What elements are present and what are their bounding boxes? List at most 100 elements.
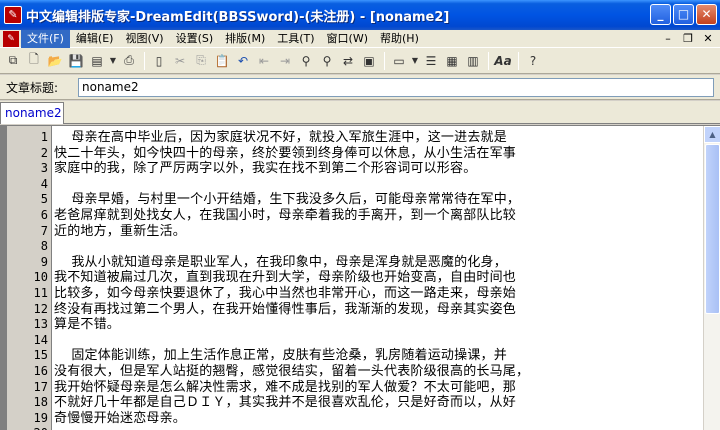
text-line[interactable]: 母亲早婚，与村里一个小开结婚，生下我没多久后，可能母亲常常待在军中， (54, 192, 700, 208)
app-icon[interactable]: ✎ (4, 6, 22, 24)
line-number: 6 (40, 207, 48, 222)
line-number: 4 (40, 176, 48, 191)
text-line[interactable]: 不就好几十年都是自己ＤＩＹ，其实我并不是很喜欢乱伦，只是好奇而以，从好 (54, 395, 700, 411)
line-number: 12 (33, 301, 48, 316)
line-number: 2 (40, 145, 48, 160)
line-number: 20 (0, 426, 50, 430)
document-icon[interactable]: ✎ (3, 30, 19, 47)
article-title-input[interactable] (78, 77, 714, 97)
window-controls: _ □ ✕ (650, 4, 717, 25)
text-line[interactable]: 算是不错。 (54, 317, 700, 333)
text-line[interactable] (54, 239, 700, 255)
doc-minimize-button[interactable]: – (660, 31, 676, 47)
menu-help[interactable]: 帮助(H) (374, 30, 425, 48)
document-tabs: noname2 (0, 101, 720, 124)
cut-icon[interactable]: ✂ (170, 51, 190, 71)
line-number: 10 (33, 270, 48, 285)
document-icon[interactable]: ▤ (87, 51, 107, 71)
layout2-icon[interactable]: ▦ (442, 51, 462, 71)
line-number: 1 (40, 130, 48, 144)
print-icon[interactable]: ⎙ (119, 51, 139, 71)
layout3-icon[interactable]: ▥ (463, 51, 483, 71)
font-icon[interactable]: Aa (493, 51, 513, 71)
editor-text-area[interactable]: 母亲在高中毕业后，因为家庭状况不好，就投入军旅生涯中，这一进去就是 快二十年头，如… (54, 130, 700, 430)
article-title-label: 文章标题: (6, 80, 59, 95)
menu-view[interactable]: 视图(V) (119, 30, 169, 48)
text-line[interactable]: 没有很大，但是军人站挺的翘臀，感觉很结实，留着一头代表阶级很高的长马尾， (54, 364, 700, 380)
vertical-scrollbar[interactable]: ▲ (703, 126, 720, 430)
tab-noname2[interactable]: noname2 (0, 102, 64, 124)
text-line[interactable]: 奇慢慢开始迷恋母亲。 (54, 411, 700, 427)
menu-edit[interactable]: 编辑(E) (70, 30, 120, 48)
new-window-icon[interactable]: ⧉ (3, 51, 23, 71)
menu-file[interactable]: 文件(F) (21, 29, 70, 48)
format-icon[interactable]: ▭ (389, 51, 409, 71)
text-line[interactable]: 家庭中的我，除了严厉两字以外，我实在找不到第二个形容词可以形容。 (54, 161, 700, 177)
copy-icon[interactable]: ⎘ (191, 51, 211, 71)
line-number: 14 (33, 332, 48, 347)
open-icon[interactable]: 📂 (45, 51, 65, 71)
replace-icon[interactable]: ⇄ (338, 51, 358, 71)
separator (384, 51, 385, 70)
window-title: 中文编辑排版专家-DreamEdit(BBSSword)-(未注册) - [no… (26, 9, 450, 25)
menu-tools[interactable]: 工具(T) (271, 30, 320, 48)
scroll-up-button[interactable]: ▲ (704, 126, 720, 143)
text-editor[interactable]: 1234567891011121314151617181920 母亲在高中毕业后… (0, 125, 720, 430)
doc-restore-button[interactable]: ❐ (680, 31, 696, 47)
dropdown-icon[interactable]: ▼ (108, 51, 118, 71)
text-line[interactable]: 比较多，如今母亲快要退休了，我心中当然也非常开心，而这一路走来，母亲始 (54, 286, 700, 302)
text-line[interactable]: 快二十年头，如今快四十的母亲，终於要领到终身俸可以休息，从小生活在军事 (54, 146, 700, 162)
layout-icon[interactable]: ☰ (421, 51, 441, 71)
new-icon[interactable]: 🗋 (24, 51, 44, 71)
line-number: 11 (33, 285, 48, 300)
line-number-gutter: 1234567891011121314151617181920 (0, 126, 52, 430)
menu-window[interactable]: 窗口(W) (321, 30, 374, 48)
text-line[interactable]: 母亲在高中毕业后，因为家庭状况不好，就投入军旅生涯中，这一进去就是 (54, 130, 700, 146)
menu-bar: ✎ 文件(F) 编辑(E) 视图(V) 设置(S) 排版(M) 工具(T) 窗口… (0, 29, 720, 48)
outdent-icon[interactable]: ⇤ (254, 51, 274, 71)
text-line[interactable] (54, 177, 700, 193)
dropdown-icon[interactable]: ▼ (410, 51, 420, 71)
indent-icon[interactable]: ⇥ (275, 51, 295, 71)
text-line[interactable] (54, 333, 700, 349)
article-title-row: 文章标题: (0, 75, 720, 100)
separator (488, 51, 489, 70)
text-line[interactable]: 我不知道被扁过几次，直到我现在升到大学，母亲阶级也开始变高，自由时间也 (54, 270, 700, 286)
minimize-button[interactable]: _ (650, 4, 671, 25)
close-button[interactable]: ✕ (696, 4, 717, 25)
maximize-button[interactable]: □ (673, 4, 694, 25)
line-number: 9 (40, 254, 48, 269)
line-number: 13 (33, 317, 48, 332)
menu-layout[interactable]: 排版(M) (219, 30, 271, 48)
line-number: 8 (40, 239, 48, 254)
text-line[interactable] (54, 426, 700, 430)
line-number: 3 (40, 161, 48, 176)
text-line[interactable]: 固定体能训练，加上生活作息正常，皮肤有些沧桑，乳房随着运动操课，并 (54, 348, 700, 364)
scroll-thumb[interactable] (705, 144, 720, 314)
clipboard-icon[interactable]: ▣ (359, 51, 379, 71)
separator (144, 51, 145, 70)
text-line[interactable]: 终没有再找过第二个男人，在我开始懂得性事后，我渐渐的发现，母亲其实姿色 (54, 302, 700, 318)
save-icon[interactable]: 💾 (66, 51, 86, 71)
line-number: 5 (40, 192, 48, 207)
menu-settings[interactable]: 设置(S) (170, 30, 220, 48)
text-line[interactable]: 老爸屌痒就到处找女人，在我国小时，母亲牵着我的手离开，到一个离部队比较 (54, 208, 700, 224)
text-line[interactable]: 近的地方，重新生活。 (54, 224, 700, 240)
find-next-icon[interactable]: ⚲ (317, 51, 337, 71)
find-icon[interactable]: ⚲ (296, 51, 316, 71)
toolbar: ⧉ 🗋 📂 💾 ▤ ▼ ⎙ ▯ ✂ ⎘ 📋 ↶ ⇤ ⇥ ⚲ ⚲ ⇄ ▣ ▭ ▼ … (0, 48, 720, 74)
help-icon[interactable]: ? (523, 51, 543, 71)
text-line[interactable]: 我从小就知道母亲是职业军人，在我印象中，母亲是浑身就是恶魔的化身， (54, 255, 700, 271)
doc-close-button[interactable]: ✕ (700, 31, 716, 47)
text-line[interactable]: 我开始怀疑母亲是怎么解决性需求，难不成是找别的军人做爱？不太可能吧，那 (54, 380, 700, 396)
paste-icon[interactable]: 📋 (212, 51, 232, 71)
line-number: 19 (33, 410, 48, 425)
line-number: 7 (40, 223, 48, 238)
line-number: 15 (33, 348, 48, 363)
undo-icon[interactable]: ↶ (233, 51, 253, 71)
title-bar[interactable]: ✎ 中文编辑排版专家-DreamEdit(BBSSword)-(未注册) - [… (0, 0, 720, 30)
line-number: 18 (33, 395, 48, 410)
page-icon[interactable]: ▯ (149, 51, 169, 71)
line-number: 17 (33, 379, 48, 394)
line-number: 16 (33, 363, 48, 378)
